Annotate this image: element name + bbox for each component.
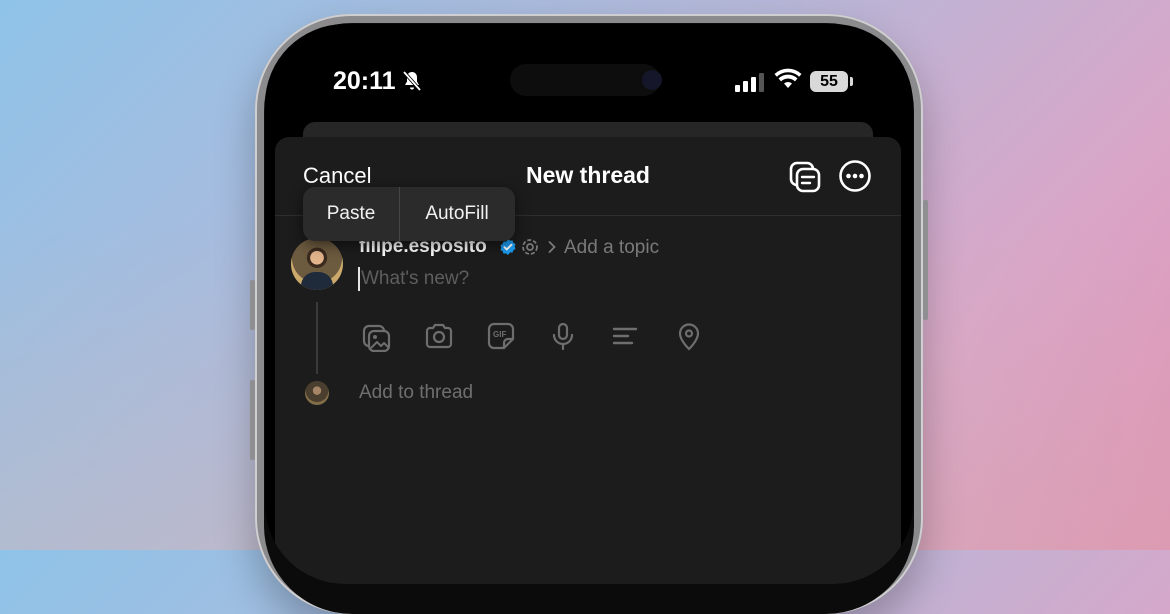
- phone-screen: 20:11 55 Cancel New thread filipe.esposi…: [265, 24, 913, 584]
- front-camera: [642, 70, 662, 90]
- battery-icon: [850, 77, 853, 86]
- small-avatar: [305, 381, 329, 405]
- more-icon[interactable]: [838, 159, 872, 193]
- topic-icon[interactable]: [521, 238, 539, 256]
- drafts-icon[interactable]: [787, 159, 823, 195]
- svg-text:GIF: GIF: [493, 330, 506, 339]
- poll-icon[interactable]: [609, 320, 641, 352]
- action-button: [250, 280, 255, 330]
- power-button: [923, 200, 928, 320]
- context-menu: Paste AutoFill: [303, 187, 515, 241]
- paste-button[interactable]: Paste: [303, 203, 399, 225]
- text-cursor: [358, 267, 360, 291]
- location-icon[interactable]: [673, 320, 705, 352]
- autofill-button[interactable]: AutoFill: [400, 203, 514, 225]
- thread-line: [316, 302, 318, 374]
- microphone-icon[interactable]: [547, 320, 579, 352]
- bell-slash-icon: [402, 70, 422, 92]
- volume-up-button: [250, 380, 255, 460]
- post-input[interactable]: What's new?: [361, 268, 469, 290]
- gallery-icon[interactable]: [361, 320, 393, 352]
- add-topic-button[interactable]: Add a topic: [564, 237, 659, 259]
- camera-icon[interactable]: [423, 320, 455, 352]
- gif-icon[interactable]: GIF: [485, 320, 517, 352]
- add-to-thread[interactable]: Add to thread: [359, 382, 473, 404]
- dynamic-island: [510, 64, 660, 96]
- battery-indicator: 55: [810, 71, 848, 92]
- chevron-right-icon: [548, 241, 556, 253]
- avatar: [291, 238, 343, 290]
- signal-icon: [735, 73, 764, 92]
- status-time: 20:11: [333, 67, 396, 95]
- wifi-icon: [774, 68, 802, 88]
